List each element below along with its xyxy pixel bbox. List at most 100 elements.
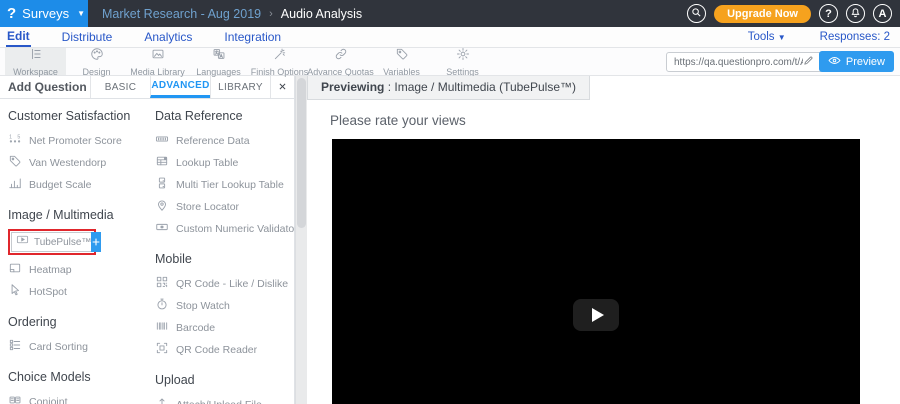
question-type-label: Conjoint — [29, 396, 68, 404]
store-locator-icon — [155, 198, 169, 217]
question-type-stop-watch[interactable]: Stop Watch — [155, 295, 295, 317]
custom-numeric-icon — [155, 220, 169, 239]
question-type-qr-code-reader[interactable]: QR Code Reader — [155, 339, 295, 361]
question-types-right-column: Data ReferenceReference DataLookup Table… — [145, 99, 295, 404]
nav-tab-analytics[interactable]: Analytics — [143, 28, 193, 46]
panel-scrollbar[interactable] — [295, 76, 307, 404]
workspace-icon — [29, 47, 43, 66]
question-type-store-locator[interactable]: Store Locator — [155, 196, 295, 218]
question-type-card-sorting[interactable]: Card Sorting — [8, 336, 145, 358]
question-type-qr-code-like-dislike[interactable]: QR Code - Like / Dislike — [155, 273, 295, 295]
nav-tab-distribute[interactable]: Distribute — [61, 28, 114, 46]
responses-link[interactable]: Responses: 2 — [820, 31, 890, 43]
add-question-panel: Add Question BASICADVANCEDLIBRARY Custom… — [0, 76, 295, 404]
question-type-reference-data[interactable]: Reference Data — [155, 130, 295, 152]
panel-tabs: BASICADVANCEDLIBRARY — [90, 76, 270, 98]
tools-menu[interactable]: Tools ▼ — [748, 31, 786, 43]
question-types: Customer Satisfaction 15 Net Promoter Scor… — [0, 99, 294, 404]
reference-data-icon — [155, 132, 169, 151]
content: Add Question BASICADVANCEDLIBRARY Custom… — [0, 76, 900, 404]
survey-toolbar: Workspace Design Media LibraryLanguagesFin… — [0, 48, 900, 76]
conjoint-icon — [8, 393, 22, 404]
question-type-conjoint[interactable]: Conjoint — [8, 391, 145, 404]
search-icon — [691, 7, 702, 21]
section-heading: Image / Multimedia — [8, 208, 145, 222]
question-type-budget-scale[interactable]: Budget Scale — [8, 174, 145, 196]
video-player[interactable] — [332, 139, 860, 404]
question-type-label: Net Promoter Score — [29, 135, 122, 147]
question-type-label: Van Westendorp — [29, 157, 106, 169]
add-question-type-button[interactable] — [91, 232, 101, 252]
question-type-attach-upload-file[interactable]: Attach/Upload File — [155, 394, 295, 404]
question-type-label: Budget Scale — [29, 179, 91, 191]
svg-text:1: 1 — [9, 134, 12, 140]
toolbar-item-variables[interactable]: Variables — [371, 48, 432, 75]
survey-url-box — [666, 52, 826, 72]
hotspot-icon — [8, 283, 22, 302]
toolbar-item-advance-quotas[interactable]: Advance Quotas — [310, 48, 371, 75]
nav-tab-integration[interactable]: Integration — [223, 28, 282, 46]
close-panel-button[interactable] — [270, 76, 294, 98]
breadcrumb-survey-link[interactable]: Market Research - Aug 2019 — [102, 7, 261, 21]
toolbar-item-languages[interactable]: Languages — [188, 48, 249, 75]
question-type-hotspot[interactable]: HotSpot — [8, 281, 145, 303]
question-preview-area: Previewing : Image / Multimedia (TubePul… — [307, 76, 900, 404]
breadcrumb-separator: › — [269, 8, 273, 20]
question-type-label: Card Sorting — [29, 341, 88, 353]
question-type-tubepulse[interactable]: TubePulse™ — [11, 232, 93, 252]
help-button[interactable]: ? — [819, 4, 838, 23]
tubepulse-icon — [12, 233, 29, 251]
bell-icon — [850, 7, 861, 21]
question-text: Please rate your views — [330, 113, 900, 128]
toolbar-item-media-library[interactable]: Media Library — [127, 48, 188, 75]
toolbar-item-workspace[interactable]: Workspace — [5, 48, 66, 75]
section-heading: Mobile — [155, 252, 295, 266]
notifications-button[interactable] — [846, 4, 865, 23]
survey-url-input[interactable] — [667, 57, 803, 68]
section-heading: Customer Satisfaction — [8, 109, 145, 123]
question-type-barcode[interactable]: Barcode — [155, 317, 295, 339]
search-button[interactable] — [687, 4, 706, 23]
highlight-box-tubepulse: TubePulse™ — [8, 229, 96, 255]
question-type-label: Store Locator — [176, 201, 239, 213]
play-button[interactable] — [573, 299, 619, 331]
question-type-label: Heatmap — [29, 264, 72, 276]
preview-button[interactable]: Preview — [819, 51, 894, 72]
question-type-label: Attach/Upload File — [176, 399, 262, 404]
avatar[interactable]: A — [873, 4, 892, 23]
panel-tab-library[interactable]: LIBRARY — [210, 76, 270, 98]
surveys-product-menu[interactable]: ? Surveys ▼ — [0, 0, 88, 27]
panel-tab-basic[interactable]: BASIC — [90, 76, 150, 98]
nav-tab-edit[interactable]: Edit — [6, 27, 31, 47]
previewing-banner: Previewing : Image / Multimedia (TubePul… — [307, 76, 590, 100]
toolbar-item-label: Advance Quotas — [307, 67, 374, 77]
toolbar-item-label: Media Library — [130, 67, 185, 77]
toolbar-item-design[interactable]: Design — [66, 48, 127, 75]
question-type-lookup-table[interactable]: Lookup Table — [155, 152, 295, 174]
question-types-left-column: Customer Satisfaction 15 Net Promoter Scor… — [0, 99, 145, 404]
toolbar-item-settings[interactable]: Settings — [432, 48, 493, 75]
panel-tab-advanced[interactable]: ADVANCED — [150, 76, 210, 98]
question-type-custom-numeric-validator[interactable]: Custom Numeric Validator — [155, 218, 295, 240]
eye-icon — [828, 54, 841, 70]
question-type-label: Barcode — [176, 322, 215, 334]
variables-icon — [395, 47, 409, 66]
scrollbar-thumb[interactable] — [297, 78, 306, 228]
question-type-multi-tier-lookup-table[interactable]: Multi Tier Lookup Table — [155, 174, 295, 196]
nav-right: Tools ▼ Responses: 2 — [748, 31, 890, 43]
languages-icon — [212, 47, 226, 66]
settings-icon — [456, 47, 470, 66]
breadcrumb: Market Research - Aug 2019 › Audio Analy… — [102, 7, 362, 21]
questionpro-logo-icon: ? — [7, 6, 16, 21]
question-type-van-westendorp[interactable]: Van Westendorp — [8, 152, 145, 174]
svg-text:5: 5 — [17, 134, 20, 140]
question-type-heatmap[interactable]: Heatmap — [8, 259, 145, 281]
upgrade-now-button[interactable]: Upgrade Now — [714, 5, 811, 23]
toolbar-item-finish-options[interactable]: Finish Options — [249, 48, 310, 75]
panel-title: Add Question — [0, 76, 90, 98]
play-icon — [592, 308, 604, 322]
attach-upload-icon — [155, 396, 169, 404]
toolbar-item-label: Design — [82, 67, 110, 77]
question-type-net-promoter-score[interactable]: 15 Net Promoter Score — [8, 130, 145, 152]
toolbar-items: Workspace Design Media LibraryLanguagesFin… — [5, 48, 493, 75]
